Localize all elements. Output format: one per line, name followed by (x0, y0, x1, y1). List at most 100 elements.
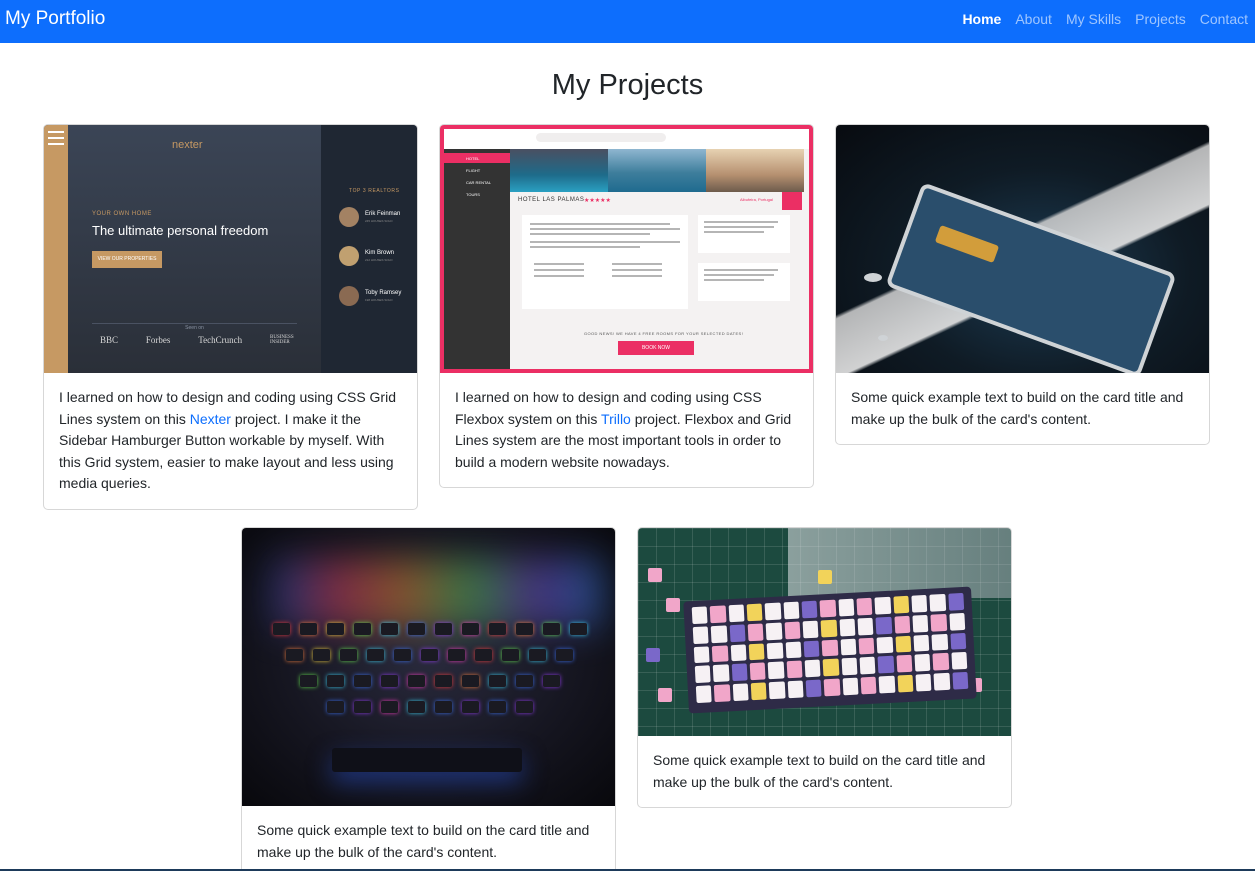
brand-link[interactable]: My Portfolio (5, 8, 105, 30)
keycap (712, 644, 729, 663)
nav-links: Home About My Skills Projects Contact (962, 11, 1248, 27)
keycap (913, 634, 930, 652)
avatar (339, 246, 359, 266)
keycap (802, 620, 819, 638)
keycap (933, 672, 951, 691)
keycap (732, 683, 749, 702)
keyboard-photo (836, 125, 1209, 373)
loose-keycap (666, 598, 680, 612)
trillo-page: HOTEL FLIGHT CAR RENTAL TOURS HOTEL LAS … (444, 129, 809, 369)
hotel-name: HOTEL LAS PALMAS (518, 197, 585, 203)
text-line (612, 269, 662, 271)
project-card-trillo: HOTEL FLIGHT CAR RENTAL TOURS HOTEL LAS … (439, 124, 814, 489)
trillo-link[interactable]: Trillo (601, 411, 631, 427)
text-line (704, 274, 774, 276)
text-line (534, 263, 584, 265)
keycap-bags (788, 528, 1011, 598)
nav-link-contact[interactable]: Contact (1200, 11, 1248, 27)
nav-link-about[interactable]: About (1015, 11, 1052, 27)
keycap (950, 632, 967, 651)
trillo-nav-item: HOTEL (444, 153, 510, 163)
key (488, 701, 506, 713)
keycap (694, 665, 711, 684)
keycap (877, 656, 895, 674)
pastel-keyboard-photo (638, 528, 1011, 736)
keycap (746, 603, 763, 622)
text-line (530, 223, 670, 225)
key (353, 675, 371, 687)
keycap (764, 602, 782, 621)
key (448, 649, 465, 661)
text-line (612, 275, 662, 277)
key (515, 701, 533, 713)
keycap (768, 661, 785, 680)
card-text: I learned on how to design and coding us… (440, 373, 813, 487)
keycap (860, 676, 877, 695)
key (542, 623, 560, 635)
keycap (784, 621, 801, 639)
realtor-name: Erik Feinman (365, 211, 401, 217)
book-now-button: BOOK NOW (618, 341, 694, 355)
avatar (339, 286, 359, 306)
key (461, 701, 479, 713)
keycap (912, 614, 929, 633)
keycap (729, 624, 746, 642)
text-line (612, 263, 662, 265)
keycap (821, 639, 839, 657)
key (461, 675, 479, 687)
keycap (858, 637, 875, 655)
keycap (728, 604, 745, 623)
keycap (841, 658, 858, 676)
keycap (930, 613, 947, 632)
key (313, 649, 330, 661)
keycap (805, 679, 822, 698)
keycap (695, 685, 713, 704)
hotel-photo (706, 149, 804, 192)
keycap (747, 623, 764, 641)
project-card-5: Some quick example text to build on the … (637, 527, 1012, 809)
keycap (709, 605, 727, 623)
keycap (842, 677, 859, 696)
realtor-item: Toby Ramsey 198 HOUSES SOLD (339, 286, 417, 308)
keycap (823, 678, 841, 697)
key-row (257, 701, 602, 713)
key (353, 701, 371, 713)
realtor-name: Kim Brown (365, 250, 395, 256)
key (299, 675, 317, 687)
nexter-link[interactable]: Nexter (190, 411, 231, 427)
nav-link-skills[interactable]: My Skills (1066, 11, 1121, 27)
hotel-description (522, 215, 688, 309)
trillo-nav-item: CAR RENTAL (466, 180, 492, 185)
key (556, 649, 573, 661)
keycap (949, 612, 966, 631)
keycap (914, 654, 931, 672)
keycap (932, 653, 949, 671)
keycap (822, 658, 840, 677)
keycap (803, 640, 820, 658)
key (515, 623, 533, 635)
key (299, 623, 317, 635)
keycap (692, 626, 709, 644)
key (326, 623, 344, 635)
text-line (704, 226, 774, 228)
keycap (875, 616, 892, 635)
trillo-header (444, 129, 809, 149)
rating-box (782, 192, 802, 210)
nav-link-home[interactable]: Home (962, 11, 1001, 27)
nav-link-projects[interactable]: Projects (1135, 11, 1186, 27)
key-row (257, 623, 602, 635)
avatar (339, 207, 359, 227)
keycap (952, 672, 969, 690)
key (421, 649, 438, 661)
project-card-3: Some quick example text to build on the … (835, 124, 1210, 446)
key (569, 623, 587, 635)
key (326, 675, 344, 687)
hamburger-icon (48, 131, 64, 145)
project-card-nexter: nexter YOUR OWN HOME The ultimate person… (43, 124, 418, 510)
keycap (730, 644, 747, 662)
review-card (698, 263, 790, 301)
card-text: Some quick example text to build on the … (653, 752, 986, 790)
nexter-sidebar (44, 125, 68, 373)
keycap (840, 638, 857, 656)
key (380, 675, 398, 687)
